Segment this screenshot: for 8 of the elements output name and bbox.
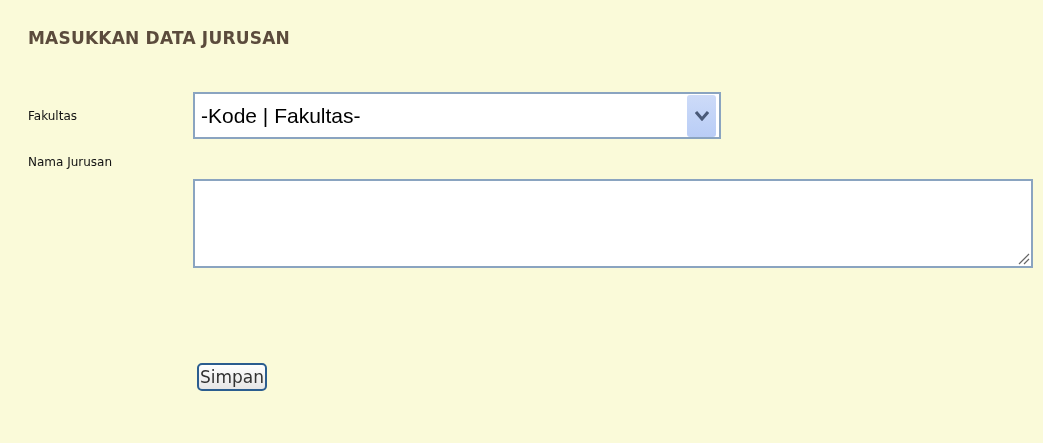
save-button[interactable]: Simpan: [197, 363, 268, 391]
field-label: Fakultas: [28, 108, 78, 123]
resize-grip-icon: [1018, 253, 1030, 265]
field-label: Nama Jurusan: [28, 155, 114, 169]
faculty-dropdown[interactable]: -Kode | Fakultas-: [193, 92, 721, 139]
chevron-down-icon: [694, 110, 709, 121]
form-heading: MASUKKAN DATA JURUSAN: [28, 28, 290, 48]
text-area[interactable]: [193, 179, 1033, 268]
